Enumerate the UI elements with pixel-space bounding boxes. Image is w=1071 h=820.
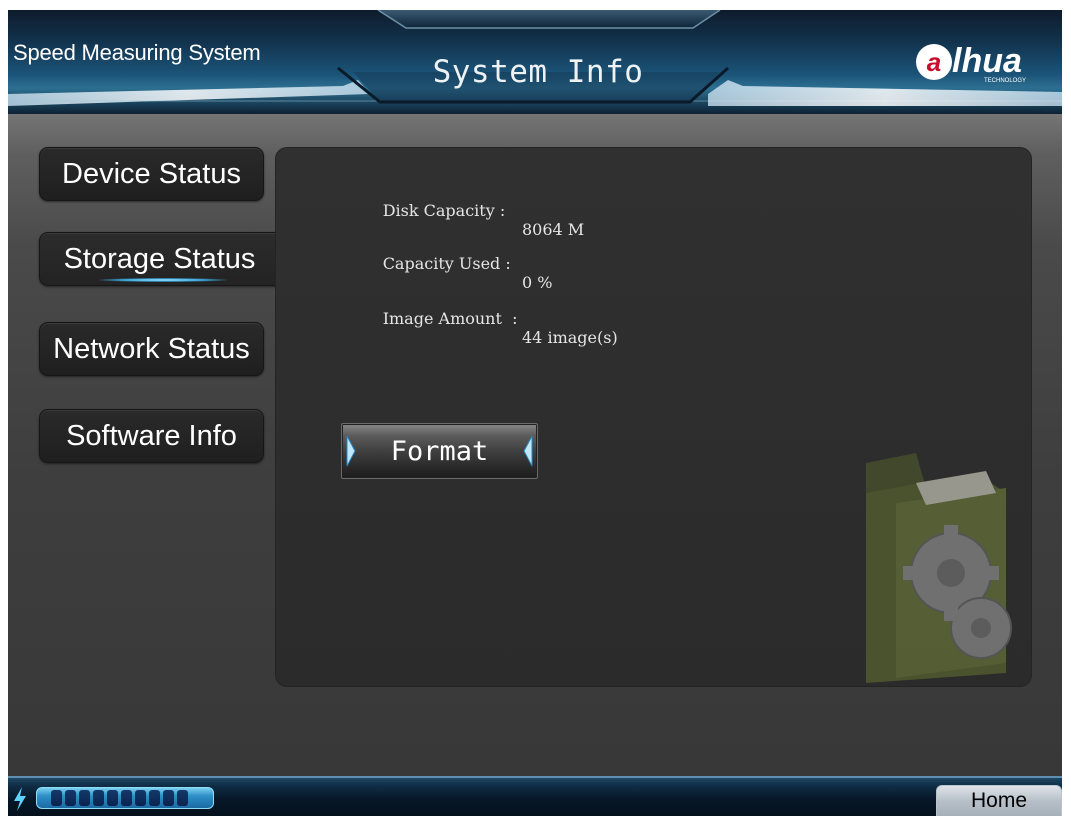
tab-label: Device Status bbox=[62, 157, 241, 190]
footer-bar: Home bbox=[8, 776, 1062, 816]
svg-text:lhua: lhua bbox=[952, 42, 1022, 80]
arrow-left-icon bbox=[523, 435, 533, 467]
tab-label: Software Info bbox=[66, 419, 237, 452]
folder-gear-icon bbox=[866, 453, 1012, 683]
image-amount-label: Image Amount : bbox=[382, 309, 518, 328]
image-amount-row: Image Amount : 44 image(s) bbox=[342, 290, 618, 366]
capacity-used-value: 0 % bbox=[522, 273, 553, 292]
progress-bar bbox=[36, 787, 214, 809]
lightning-icon bbox=[14, 787, 26, 811]
progress-segment bbox=[163, 790, 174, 806]
progress-segment bbox=[177, 790, 188, 806]
progress-segment bbox=[135, 790, 146, 806]
storage-panel: Disk Capacity : 8064 M Capacity Used : 0… bbox=[275, 147, 1032, 687]
tab-label: Network Status bbox=[53, 332, 250, 365]
app-window: Speed Measuring System System Info a lhu… bbox=[8, 10, 1062, 816]
page-title: System Info bbox=[432, 54, 644, 90]
tab-label: Storage Status bbox=[63, 242, 256, 275]
footer-divider bbox=[8, 776, 1062, 778]
tab-software-info[interactable]: Software Info bbox=[39, 409, 264, 463]
dahua-logo: a lhua TECHNOLOGY bbox=[916, 42, 1026, 84]
capacity-used-label: Capacity Used : bbox=[382, 254, 511, 273]
app-name: Speed Measuring System bbox=[13, 40, 261, 65]
disk-capacity-value: 8064 M bbox=[522, 220, 585, 239]
tab-storage-status[interactable]: Storage Status bbox=[39, 232, 279, 286]
progress-segment bbox=[79, 790, 90, 806]
progress-segment bbox=[93, 790, 104, 806]
disk-capacity-label: Disk Capacity : bbox=[382, 201, 506, 220]
tab-device-status[interactable]: Device Status bbox=[39, 147, 264, 201]
progress-segment bbox=[51, 790, 62, 806]
svg-text:a: a bbox=[927, 47, 941, 77]
progress-segment bbox=[149, 790, 160, 806]
format-button[interactable]: Format bbox=[341, 423, 538, 479]
arrow-right-icon bbox=[346, 435, 356, 467]
format-button-label: Format bbox=[390, 435, 489, 467]
main-area: Device Status Storage Status Network Sta… bbox=[8, 114, 1062, 776]
image-amount-value: 44 image(s) bbox=[522, 328, 618, 347]
svg-text:TECHNOLOGY: TECHNOLOGY bbox=[984, 78, 1026, 84]
progress-segment bbox=[121, 790, 132, 806]
active-tab-indicator bbox=[98, 278, 228, 282]
home-button[interactable]: Home bbox=[936, 785, 1062, 816]
header-bar: Speed Measuring System System Info a lhu… bbox=[8, 10, 1062, 114]
progress-segment bbox=[107, 790, 118, 806]
progress-segment bbox=[65, 790, 76, 806]
tab-network-status[interactable]: Network Status bbox=[39, 322, 264, 376]
